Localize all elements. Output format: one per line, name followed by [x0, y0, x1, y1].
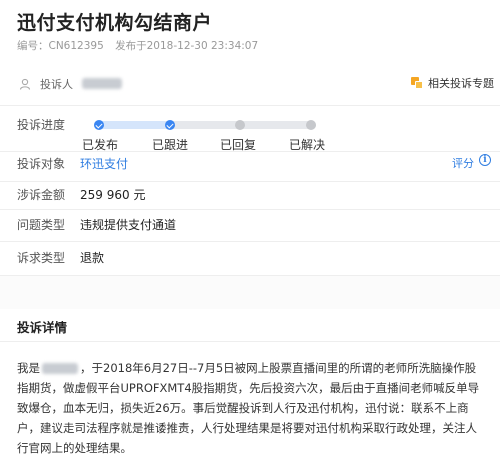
user-icon — [19, 78, 31, 90]
detail-body: 我是 ，于2018年6月27日--7月5日被网上股票直播间里的所谓的老师所洗脑操作… — [17, 358, 485, 458]
issue-type-value: 违规提供支付通道 — [80, 218, 177, 232]
step-label-published: 已发布 — [82, 138, 119, 152]
detail-divider — [0, 341, 500, 342]
detail-text: ，于2018年6月27日--7月5日被网上股票直播间里的所谓的老师所洗脑操作股指… — [17, 361, 480, 455]
published-time: 发布于2018-12-30 23:34:07 — [115, 40, 258, 52]
progress-row: 投诉进度 已发布 已跟进 已回复 已解决 — [0, 106, 500, 152]
step-dot-followed — [165, 120, 175, 130]
section-spacer — [0, 276, 500, 309]
step-label-replied: 已回复 — [220, 138, 257, 152]
amount-label: 涉诉金额 — [17, 188, 66, 202]
progress-bar — [94, 120, 316, 130]
rating-link[interactable]: 评分 — [452, 155, 474, 171]
published-label: 发布于 — [115, 40, 147, 52]
step-dot-published — [94, 120, 104, 130]
complainant-name-redacted — [82, 78, 122, 89]
target-link[interactable]: 环迅支付 — [80, 155, 128, 172]
demand-type-value: 退款 — [80, 251, 105, 265]
related-topics-link[interactable]: 相关投诉专题 — [411, 75, 494, 91]
step-dot-resolved — [306, 120, 316, 130]
demand-type-row: 诉求类型 退款 — [0, 242, 500, 276]
target-label: 投诉对象 — [17, 157, 66, 171]
step-label-resolved: 已解决 — [289, 138, 326, 152]
published-value: 2018-12-30 23:34:07 — [146, 40, 259, 52]
progress-track-fill — [94, 121, 168, 129]
issue-type-row: 问题类型 违规提供支付通道 — [0, 210, 500, 242]
info-icon[interactable]: i — [479, 154, 491, 166]
amount-row: 涉诉金额 259 960 元 — [0, 182, 500, 210]
detail-prefix: 我是 — [17, 361, 40, 375]
target-row: 投诉对象 环迅支付 评分 i — [0, 152, 500, 182]
complaint-id-value: CN612395 — [48, 40, 104, 52]
step-dot-replied — [235, 120, 245, 130]
amount-value: 259 960 元 — [80, 188, 146, 202]
complaint-meta: 编号：CN612395 发布于2018-12-30 23:34:07 — [17, 38, 266, 53]
detail-title: 投诉详情 — [17, 320, 68, 335]
demand-type-label: 诉求类型 — [17, 251, 66, 265]
issue-type-label: 问题类型 — [17, 218, 66, 232]
progress-label: 投诉进度 — [17, 118, 66, 132]
topic-icon — [411, 76, 424, 90]
detail-name-redacted — [42, 363, 78, 374]
complainant-label: 投诉人 — [40, 78, 73, 91]
related-topics-label: 相关投诉专题 — [428, 77, 494, 90]
complaint-id: 编号：CN612395 — [17, 40, 104, 52]
page-title: 迅付支付机构勾结商户 — [17, 12, 213, 34]
step-label-followed: 已跟进 — [152, 138, 189, 152]
complainant-row: 投诉人 相关投诉专题 — [0, 62, 500, 106]
complaint-id-label: 编号： — [17, 40, 49, 52]
